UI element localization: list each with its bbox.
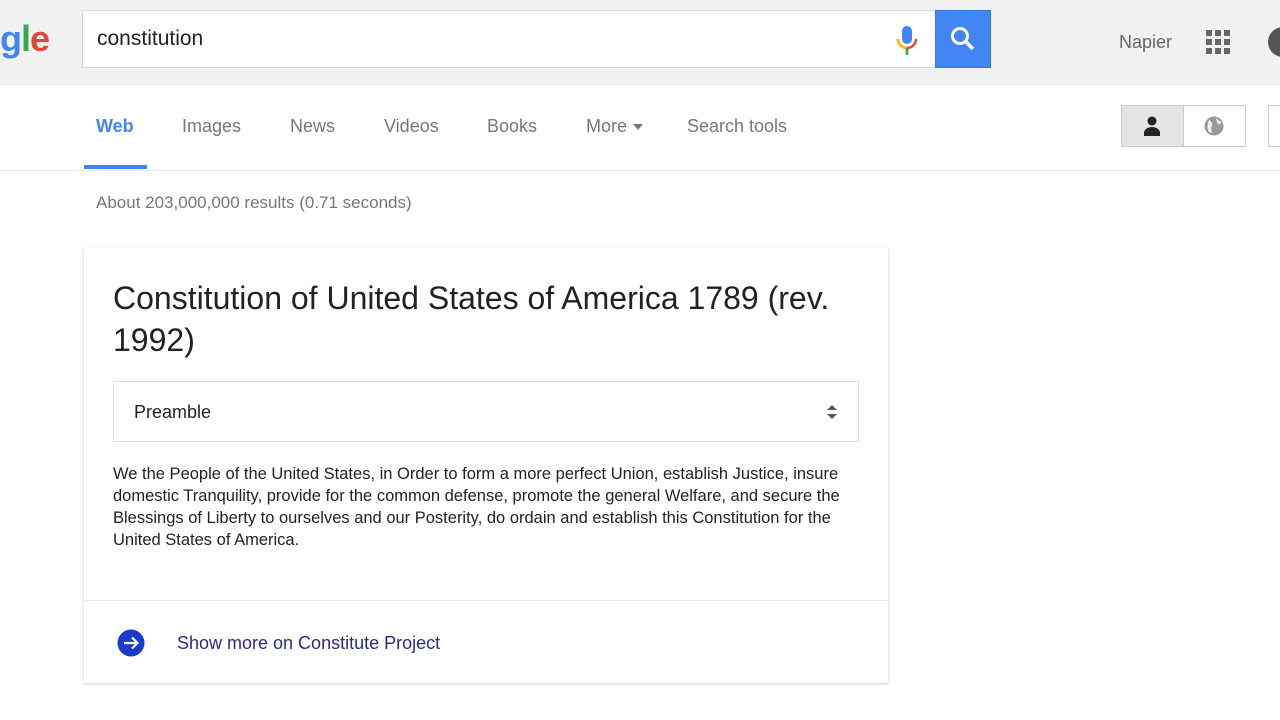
up-down-arrows-icon (827, 405, 837, 419)
tab-videos[interactable]: Videos (384, 116, 439, 137)
tab-web[interactable]: Web (96, 116, 134, 137)
active-tab-indicator (84, 165, 147, 169)
microphone-icon[interactable] (895, 25, 919, 57)
card-title: Constitution of United States of America… (113, 280, 830, 358)
divider (84, 600, 888, 601)
apps-grid-icon[interactable] (1206, 30, 1230, 54)
avatar[interactable] (1268, 27, 1280, 57)
knowledge-card: Constitution of United States of America… (84, 247, 888, 683)
person-icon (1144, 116, 1161, 136)
user-name[interactable]: Napier (1119, 32, 1172, 53)
result-stats: About 203,000,000 results (0.71 seconds) (96, 193, 412, 212)
section-select[interactable]: Preamble (113, 381, 859, 442)
search-button[interactable] (935, 10, 991, 68)
section-text: We the People of the United States, in O… (113, 465, 840, 549)
tab-more[interactable]: More (586, 116, 644, 137)
results-scope-toggle (1121, 105, 1246, 147)
globe-icon (1204, 116, 1224, 136)
tab-more-label: More (586, 116, 628, 136)
tab-images[interactable]: Images (182, 116, 241, 137)
personal-results-button[interactable] (1122, 106, 1184, 146)
search-icon (951, 27, 975, 51)
tab-books[interactable]: Books (487, 116, 537, 137)
settings-button-partial[interactable] (1268, 105, 1280, 147)
global-results-button[interactable] (1184, 106, 1246, 146)
section-select-value: Preamble (134, 402, 212, 422)
arrow-right-circle-icon (117, 629, 145, 657)
tab-news[interactable]: News (290, 116, 335, 137)
google-logo[interactable]: gle (0, 18, 50, 60)
search-tabs: Web Images News Videos Books More Search… (0, 85, 1280, 171)
search-box (82, 10, 936, 68)
search-input[interactable] (95, 25, 875, 53)
show-more-link[interactable]: Show more on Constitute Project (117, 629, 440, 657)
caret-down-icon (633, 124, 644, 131)
show-more-label: Show more on Constitute Project (177, 632, 441, 653)
tab-search-tools[interactable]: Search tools (687, 116, 787, 137)
top-bar: gle Napier (0, 0, 1280, 85)
